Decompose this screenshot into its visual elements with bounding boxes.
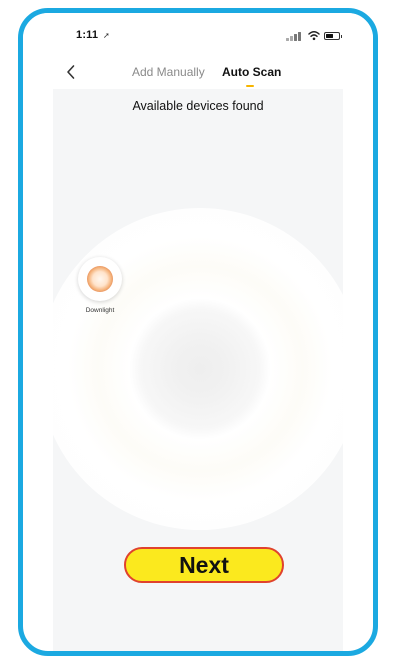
battery-icon bbox=[324, 32, 342, 40]
location-arrow-icon: ➚ bbox=[103, 31, 110, 40]
phone-frame: 1:11 ➚ Add Manually Auto Scan Available … bbox=[18, 8, 378, 656]
scan-area: Available devices found Downlight Next bbox=[53, 89, 343, 651]
cellular-signal-icon bbox=[286, 32, 304, 41]
tab-add-manually[interactable]: Add Manually bbox=[132, 65, 205, 79]
status-time: 1:11 bbox=[76, 29, 99, 41]
wifi-icon bbox=[308, 31, 320, 41]
next-button[interactable]: Next bbox=[124, 547, 284, 583]
chevron-left-icon[interactable] bbox=[61, 62, 81, 82]
nav-bar: Add Manually Auto Scan bbox=[23, 59, 373, 89]
downlight-icon bbox=[87, 266, 113, 292]
scan-status-text: Available devices found bbox=[132, 99, 264, 113]
device-bubble bbox=[78, 257, 122, 301]
device-item-downlight[interactable]: Downlight bbox=[75, 257, 125, 314]
active-tab-indicator bbox=[246, 85, 254, 87]
tab-auto-scan[interactable]: Auto Scan bbox=[222, 65, 281, 79]
status-bar: 1:11 ➚ bbox=[23, 13, 373, 59]
device-label: Downlight bbox=[85, 307, 115, 314]
